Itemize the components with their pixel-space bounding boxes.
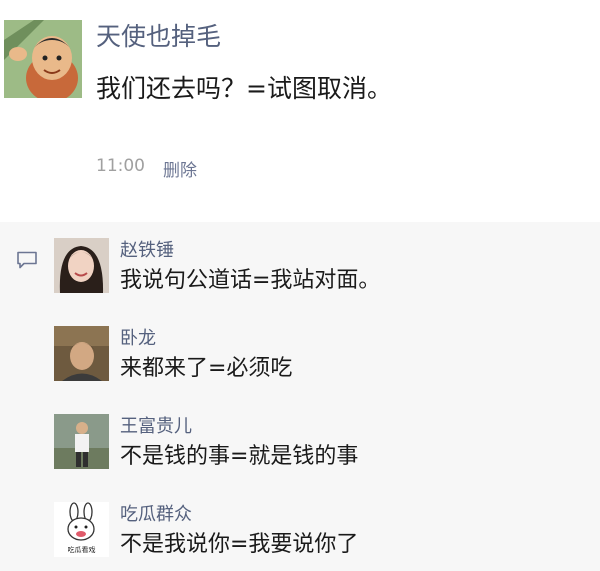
comment-author-avatar[interactable]: [54, 326, 109, 381]
sticker-caption: 吃瓜看戏: [68, 545, 96, 554]
man-photo-icon: [54, 326, 109, 381]
comment-text: 不是我说你=我要说你了: [120, 532, 359, 557]
post-timestamp: 11:00: [96, 156, 145, 176]
comment-text: 来都来了=必须吃: [120, 356, 293, 381]
comment-area: 赵铁锤 我说句公道话=我站对面。 卧龙 来都来了=必须吃 王富贵儿 不是钱的事=…: [0, 222, 600, 571]
cartoon-man-icon: [4, 20, 82, 98]
delete-link[interactable]: 删除: [163, 156, 197, 181]
comment-author-name[interactable]: 王富贵儿: [120, 418, 192, 436]
standing-man-icon: [54, 414, 109, 469]
comment-item[interactable]: 卧龙 来都来了=必须吃: [0, 310, 600, 396]
post-author-name[interactable]: 天使也掉毛: [96, 24, 221, 49]
comment-author-avatar[interactable]: [54, 414, 109, 469]
comment-author-name[interactable]: 卧龙: [120, 330, 156, 348]
comment-item[interactable]: 王富贵儿 不是钱的事=就是钱的事: [0, 398, 600, 484]
comment-author-avatar[interactable]: [54, 238, 109, 293]
comment-item[interactable]: 赵铁锤 我说句公道话=我站对面。: [0, 222, 600, 308]
comment-text: 不是钱的事=就是钱的事: [120, 444, 359, 469]
comment-item[interactable]: 吃瓜看戏 吃瓜群众 不是我说你=我要说你了: [0, 486, 600, 571]
moments-post-page: 天使也掉毛 我们还去吗？=试图取消。 11:00 删除 赵铁锤 我说句公道话=我…: [0, 0, 600, 571]
bunny-sticker-icon: 吃瓜看戏: [54, 502, 109, 557]
comment-author-name[interactable]: 赵铁锤: [120, 242, 174, 260]
comment-text: 我说句公道话=我站对面。: [120, 268, 381, 293]
post-author-avatar[interactable]: [4, 20, 82, 98]
woman-photo-icon: [54, 238, 109, 293]
comment-author-name[interactable]: 吃瓜群众: [120, 506, 192, 524]
post-text: 我们还去吗？=试图取消。: [96, 74, 392, 103]
comment-author-avatar[interactable]: 吃瓜看戏: [54, 502, 109, 557]
